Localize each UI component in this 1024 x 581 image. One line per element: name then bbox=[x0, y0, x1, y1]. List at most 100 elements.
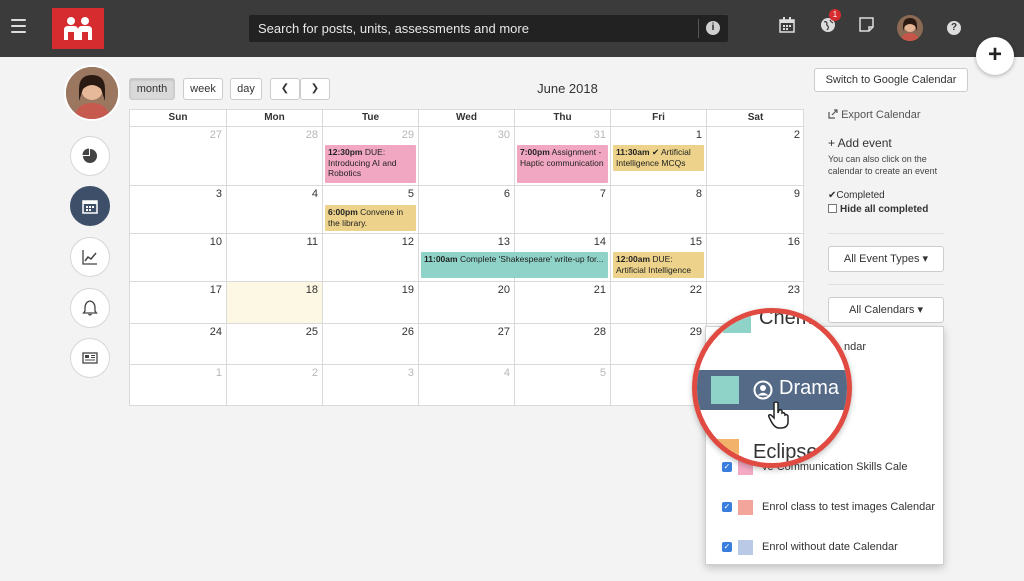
hide-completed-toggle[interactable]: Hide all completed bbox=[828, 204, 928, 215]
event-types-dropdown[interactable]: All Event Types ▾ bbox=[828, 246, 944, 272]
day-number: 20 bbox=[497, 284, 510, 296]
day-number: 16 bbox=[787, 236, 800, 248]
search-bar[interactable]: Search for posts, units, assessments and… bbox=[249, 15, 728, 42]
search-placeholder: Search for posts, units, assessments and… bbox=[258, 21, 529, 36]
day-cell[interactable]: 17 bbox=[130, 281, 227, 323]
add-event-link[interactable]: + Add event bbox=[828, 136, 892, 150]
day-cell[interactable]: 4 bbox=[419, 364, 515, 406]
day-cell[interactable]: 12 bbox=[323, 233, 419, 281]
note-icon[interactable] bbox=[859, 17, 874, 32]
day-cell[interactable]: 8 bbox=[611, 185, 707, 233]
day-cell[interactable]: 19 bbox=[323, 281, 419, 323]
day-cell[interactable]: 29 bbox=[611, 323, 707, 364]
info-icon[interactable]: i bbox=[706, 21, 720, 35]
prev-month-button[interactable]: ❮ bbox=[270, 78, 300, 100]
event-time: 12:30pm bbox=[328, 147, 363, 157]
day-number: 3 bbox=[407, 367, 414, 379]
calendar-menu-label: Enrol without date Calendar bbox=[762, 541, 898, 553]
app-logo[interactable] bbox=[52, 8, 104, 49]
calendar-color-swatch bbox=[738, 500, 753, 515]
top-navigation-bar: Search for posts, units, assessments and… bbox=[0, 0, 1024, 57]
user-avatar[interactable] bbox=[897, 15, 923, 41]
day-number: 5 bbox=[407, 188, 414, 200]
side-nav-news[interactable] bbox=[70, 338, 110, 378]
day-number: 28 bbox=[593, 326, 606, 338]
event-time: 11:00am bbox=[424, 254, 458, 264]
export-calendar-link[interactable]: Export Calendar bbox=[828, 109, 921, 121]
profile-avatar[interactable] bbox=[64, 65, 120, 121]
hide-completed-checkbox[interactable] bbox=[828, 204, 837, 213]
calendar-event[interactable]: 6:00pm Convene in the library. bbox=[325, 205, 416, 231]
day-number: 1 bbox=[695, 129, 702, 141]
day-number: 23 bbox=[787, 284, 800, 296]
calendar-menu-item[interactable]: ✓ Enrol class to test images Calendar bbox=[706, 497, 943, 519]
day-number: 7 bbox=[599, 188, 606, 200]
calendar-menu-item[interactable]: ✓ Enrol without date Calendar bbox=[706, 537, 943, 559]
day-number: 4 bbox=[311, 188, 318, 200]
day-header-sun: Sun bbox=[130, 110, 227, 126]
day-header-sat: Sat bbox=[747, 112, 764, 123]
calendar-event[interactable]: 12:00am DUE: Artificial Intelligence bbox=[613, 252, 704, 278]
day-cell[interactable]: 27 bbox=[419, 323, 515, 364]
magnifier-callout: Chem Drama Eclipse bbox=[692, 308, 852, 468]
view-month-button[interactable]: month bbox=[129, 78, 175, 100]
view-day-button[interactable]: day bbox=[230, 78, 262, 100]
day-cell[interactable]: 6 bbox=[419, 185, 515, 233]
day-cell[interactable]: 3 bbox=[323, 364, 419, 406]
day-cell[interactable]: 7 bbox=[515, 185, 611, 233]
side-nav-progress[interactable] bbox=[70, 237, 110, 277]
calendar-event[interactable]: 11:30am ✔ Artificial Intelligence MCQs bbox=[613, 145, 704, 171]
day-cell[interactable]: 10 bbox=[130, 233, 227, 281]
side-nav-analytics[interactable] bbox=[70, 136, 110, 176]
side-nav-calendar[interactable] bbox=[70, 186, 110, 226]
checkbox-checked-icon[interactable]: ✓ bbox=[722, 462, 732, 472]
day-cell[interactable]: 27 bbox=[130, 126, 227, 185]
next-month-button[interactable]: ❯ bbox=[300, 78, 330, 100]
calendar-event[interactable]: 11:00am Complete 'Shakespeare' write-up … bbox=[421, 252, 608, 278]
event-title: Complete 'Shakespeare' write-up for... bbox=[459, 254, 604, 264]
day-header-fri: Fri bbox=[611, 110, 707, 126]
sidebar-divider bbox=[828, 284, 944, 285]
day-number: 24 bbox=[209, 326, 222, 338]
day-cell[interactable]: 3 bbox=[130, 185, 227, 233]
day-cell[interactable]: 1 bbox=[130, 364, 227, 406]
day-cell[interactable]: 5 bbox=[515, 364, 611, 406]
newspaper-icon bbox=[82, 352, 98, 364]
day-cell[interactable]: 21 bbox=[515, 281, 611, 323]
day-number: 19 bbox=[401, 284, 414, 296]
day-cell[interactable]: 24 bbox=[130, 323, 227, 364]
calendar-event[interactable]: 12:30pm DUE: Introducing AI and Robotics bbox=[325, 145, 416, 183]
day-cell[interactable]: 16 bbox=[707, 233, 804, 281]
day-cell[interactable]: 26 bbox=[323, 323, 419, 364]
checkbox-checked-icon[interactable]: ✓ bbox=[722, 502, 732, 512]
day-cell[interactable]: 2 bbox=[707, 126, 804, 185]
day-cell[interactable]: 4 bbox=[227, 185, 323, 233]
add-event-hint: You can also click on the calendar to cr… bbox=[828, 154, 938, 176]
day-number: 1 bbox=[215, 367, 222, 379]
view-week-button[interactable]: week bbox=[183, 78, 223, 100]
day-cell[interactable]: 20 bbox=[419, 281, 515, 323]
day-cell[interactable]: 28 bbox=[227, 126, 323, 185]
day-cell[interactable]: 11 bbox=[227, 233, 323, 281]
add-fab-button[interactable]: + bbox=[976, 37, 1014, 75]
checkbox-checked-icon[interactable]: ✓ bbox=[722, 542, 732, 552]
day-cell[interactable]: 18 bbox=[227, 281, 323, 323]
hamburger-menu-icon[interactable] bbox=[11, 19, 26, 33]
calendar-event[interactable]: 7:00pm Assignment - Haptic communication bbox=[517, 145, 608, 183]
calendar-icon[interactable] bbox=[779, 17, 795, 33]
day-cell[interactable]: 25 bbox=[227, 323, 323, 364]
side-nav-notifications[interactable] bbox=[70, 288, 110, 328]
magnified-calendar-label: Drama bbox=[779, 377, 840, 399]
switch-google-calendar-button[interactable]: Switch to Google Calendar bbox=[814, 68, 968, 92]
day-cell[interactable]: 9 bbox=[707, 185, 804, 233]
line-chart-icon bbox=[82, 250, 97, 265]
calendars-dropdown[interactable]: All Calendars ▾ bbox=[828, 297, 944, 323]
magnified-calendar-label: Eclipse bbox=[753, 441, 818, 463]
day-cell[interactable]: 30 bbox=[419, 126, 515, 185]
day-number: 22 bbox=[689, 284, 702, 296]
day-cell[interactable]: 28 bbox=[515, 323, 611, 364]
help-icon[interactable]: ? bbox=[947, 21, 961, 35]
day-header-thu: Thu bbox=[515, 110, 611, 126]
day-cell[interactable]: 2 bbox=[227, 364, 323, 406]
day-cell[interactable]: 22 bbox=[611, 281, 707, 323]
